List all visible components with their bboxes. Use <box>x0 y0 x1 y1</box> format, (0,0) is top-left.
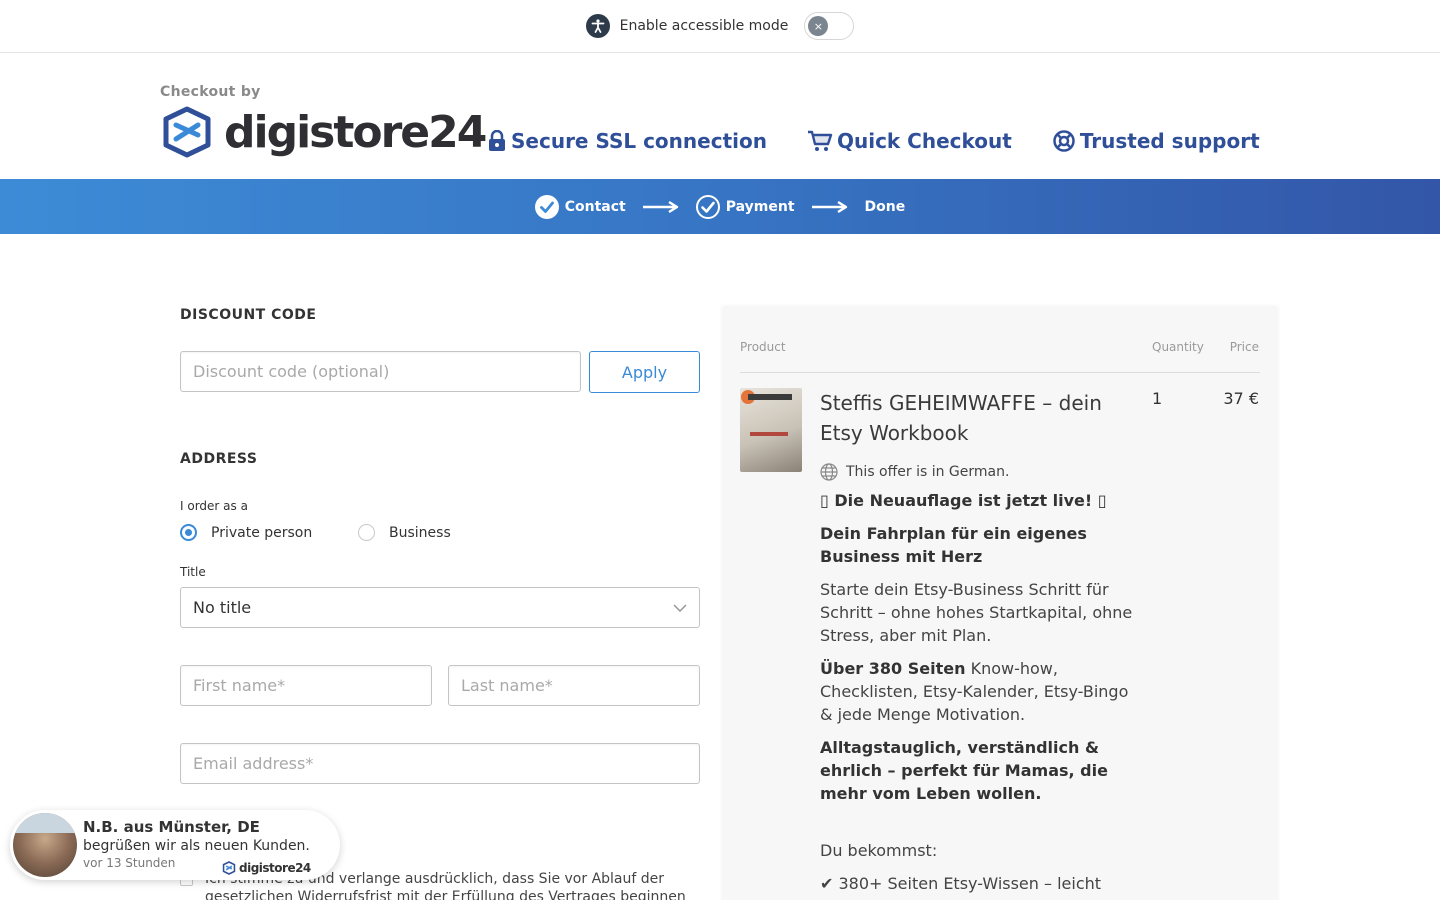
header-divider <box>740 372 1260 373</box>
step-done: Done <box>865 199 906 215</box>
check-circle-icon <box>534 194 559 219</box>
check-circle-outline-icon <box>695 194 720 219</box>
product-image <box>740 388 802 472</box>
product-cover-stripe <box>750 432 788 436</box>
feature-secure-ssl: Secure SSL connection <box>487 129 767 153</box>
checkout-header: Checkout by digistore24 Secure SSL conne… <box>0 53 1440 179</box>
header-price: Price <box>1229 340 1259 354</box>
language-note: This offer is in German. <box>820 463 1009 481</box>
desc-you-get: Du bekommst: <box>820 841 938 860</box>
step-payment: Payment <box>695 194 795 219</box>
radio-label: Business <box>389 524 451 541</box>
trust-features: Secure SSL connection Quick Checkout Tru… <box>487 129 1260 153</box>
lock-icon <box>489 130 505 151</box>
chevron-down-icon <box>673 603 687 612</box>
customer-location-image <box>13 813 77 877</box>
toast-time: vor 13 Stunden <box>83 856 176 870</box>
desc-headline: ▯ Die Neuauflage ist jetzt live! ▯ <box>820 491 1107 510</box>
feature-trusted-support: Trusted support <box>1052 129 1260 153</box>
product-cover-title <box>748 394 792 400</box>
header-product: Product <box>740 340 786 354</box>
checkout-progress: Contact Payment Done <box>0 179 1440 234</box>
order-summary-card: Product Quantity Price Steffis GEHEIMWAF… <box>722 306 1278 900</box>
social-proof-toast: N.B. aus Münster, DE begrüßen wir als ne… <box>10 810 340 880</box>
toast-brand-text: digistore24 <box>239 861 311 875</box>
first-name-input[interactable] <box>180 665 432 706</box>
feature-label: Secure SSL connection <box>511 129 767 153</box>
checkout-by-label: Checkout by <box>160 84 261 100</box>
radio-unchecked-icon <box>358 524 375 541</box>
desc-paragraph-2-bold: Über 380 Seiten <box>820 659 966 678</box>
desc-paragraph-2: Über 380 Seiten Know-how, Checklisten, E… <box>820 657 1140 726</box>
toast-title: N.B. aus Münster, DE <box>83 818 260 836</box>
email-input[interactable] <box>180 743 700 784</box>
apply-discount-button[interactable]: Apply <box>589 351 700 393</box>
title-select[interactable]: No title <box>180 587 700 628</box>
globe-icon <box>820 463 838 481</box>
desc-bullet-1: ✔ 380+ Seiten Etsy-Wissen – leicht <box>820 874 1102 893</box>
step-contact: Contact <box>534 194 626 219</box>
title-label: Title <box>180 565 206 579</box>
radio-business[interactable]: Business <box>358 524 451 541</box>
toast-brand-logo: digistore24 <box>222 861 311 875</box>
product-price: 37 € <box>1223 389 1259 408</box>
lifebuoy-icon <box>1053 130 1075 152</box>
desc-subhead: Dein Fahrplan für ein eigenes Business m… <box>820 524 1087 566</box>
digistore24-wordmark: digistore24 <box>224 106 487 158</box>
step-label: Payment <box>725 198 795 215</box>
radio-label: Private person <box>211 524 313 541</box>
arrow-right-icon <box>642 200 678 213</box>
address-title: ADDRESS <box>180 451 258 467</box>
accessibility-bar: Enable accessible mode × <box>0 0 1440 53</box>
product-quantity: 1 <box>1152 389 1163 408</box>
radio-private-person[interactable]: Private person <box>180 524 312 541</box>
step-label: Done <box>864 198 906 215</box>
feature-quick-checkout: Quick Checkout <box>807 129 1012 153</box>
digistore24-logo-icon <box>163 106 211 158</box>
arrow-right-icon <box>811 200 847 213</box>
language-note-text: This offer is in German. <box>846 464 1010 480</box>
desc-paragraph-1: Starte dein Etsy-Business Schritt für Sc… <box>820 580 1133 645</box>
last-name-input[interactable] <box>448 665 700 706</box>
title-select-value: No title <box>193 598 252 617</box>
order-as-label: I order as a <box>180 499 248 513</box>
accessible-mode-toggle[interactable]: × <box>804 12 855 40</box>
accessible-mode-label: Enable accessible mode <box>619 18 789 34</box>
toggle-off-icon: × <box>808 16 829 36</box>
feature-label: Quick Checkout <box>836 129 1012 153</box>
avatar-sky <box>13 813 77 833</box>
digistore24-logo: digistore24 <box>160 105 487 159</box>
product-description: ▯ Die Neuauflage ist jetzt live! ▯ Dein … <box>820 489 1140 900</box>
toast-subtitle: begrüßen wir als neuen Kunden. <box>83 838 310 854</box>
product-name: Steffis GEHEIMWAFFE – dein Etsy Workbook <box>820 391 1102 445</box>
header-quantity: Quantity <box>1152 340 1204 354</box>
step-label: Contact <box>564 198 626 215</box>
cart-icon <box>807 130 833 151</box>
feature-label: Trusted support <box>1079 129 1260 153</box>
accessibility-icon <box>585 14 610 38</box>
radio-checked-icon <box>180 524 197 541</box>
digistore24-logo-icon <box>222 861 236 875</box>
desc-paragraph-3: Alltagstauglich, verständlich & ehrlich … <box>820 738 1108 803</box>
discount-code-title: DISCOUNT CODE <box>180 307 317 323</box>
discount-code-input[interactable] <box>180 351 581 392</box>
